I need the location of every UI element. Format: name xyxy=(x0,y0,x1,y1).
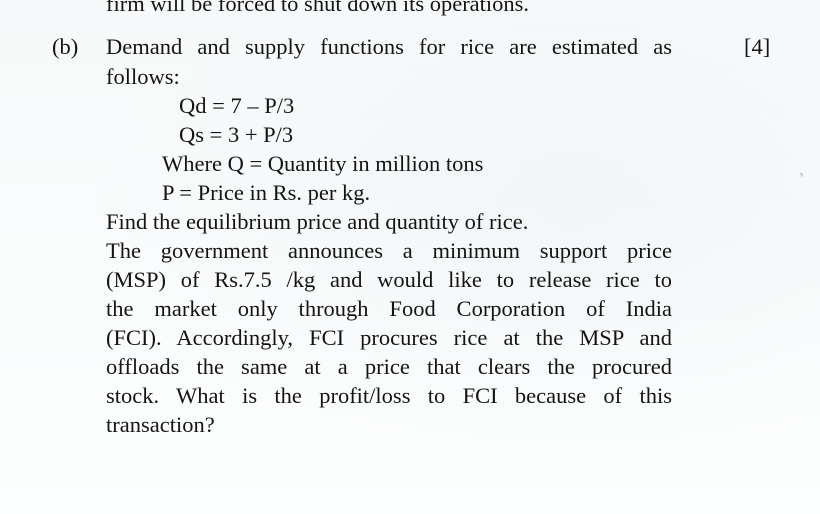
paragraph-line-1: The government announces a minimum suppo… xyxy=(106,238,672,263)
demand-equation: Qd = 7 – P/3 xyxy=(179,93,295,118)
paragraph-line-7: transaction? xyxy=(106,412,215,437)
definition-quantity: Where Q = Quantity in million tons xyxy=(162,151,484,176)
question-marks: [4] xyxy=(744,34,771,59)
question-label: (b) xyxy=(52,34,79,59)
paragraph-line-6: stock. What is the profit/loss to FCI be… xyxy=(106,383,672,408)
paragraph-line-2: (MSP) of Rs.7.5 /kg and would like to re… xyxy=(106,267,672,292)
previous-question-text: firm will be forced to shut down its ope… xyxy=(106,0,530,16)
definition-price: P = Price in Rs. per kg. xyxy=(162,180,371,205)
paragraph-line-3: the market only through Food Corporation… xyxy=(106,296,672,321)
supply-equation: Qs = 3 + P/3 xyxy=(179,122,294,147)
paragraph-line-5: offloads the same at a price that clears… xyxy=(106,354,672,379)
question-intro-line-2: follows: xyxy=(106,64,180,89)
paragraph-line-4: (FCI). Accordingly, FCI procures rice at… xyxy=(106,325,672,350)
question-intro-line-1: Demand and supply functions for rice are… xyxy=(106,34,672,59)
find-equilibrium-line: Find the equilibrium price and quantity … xyxy=(106,209,529,234)
